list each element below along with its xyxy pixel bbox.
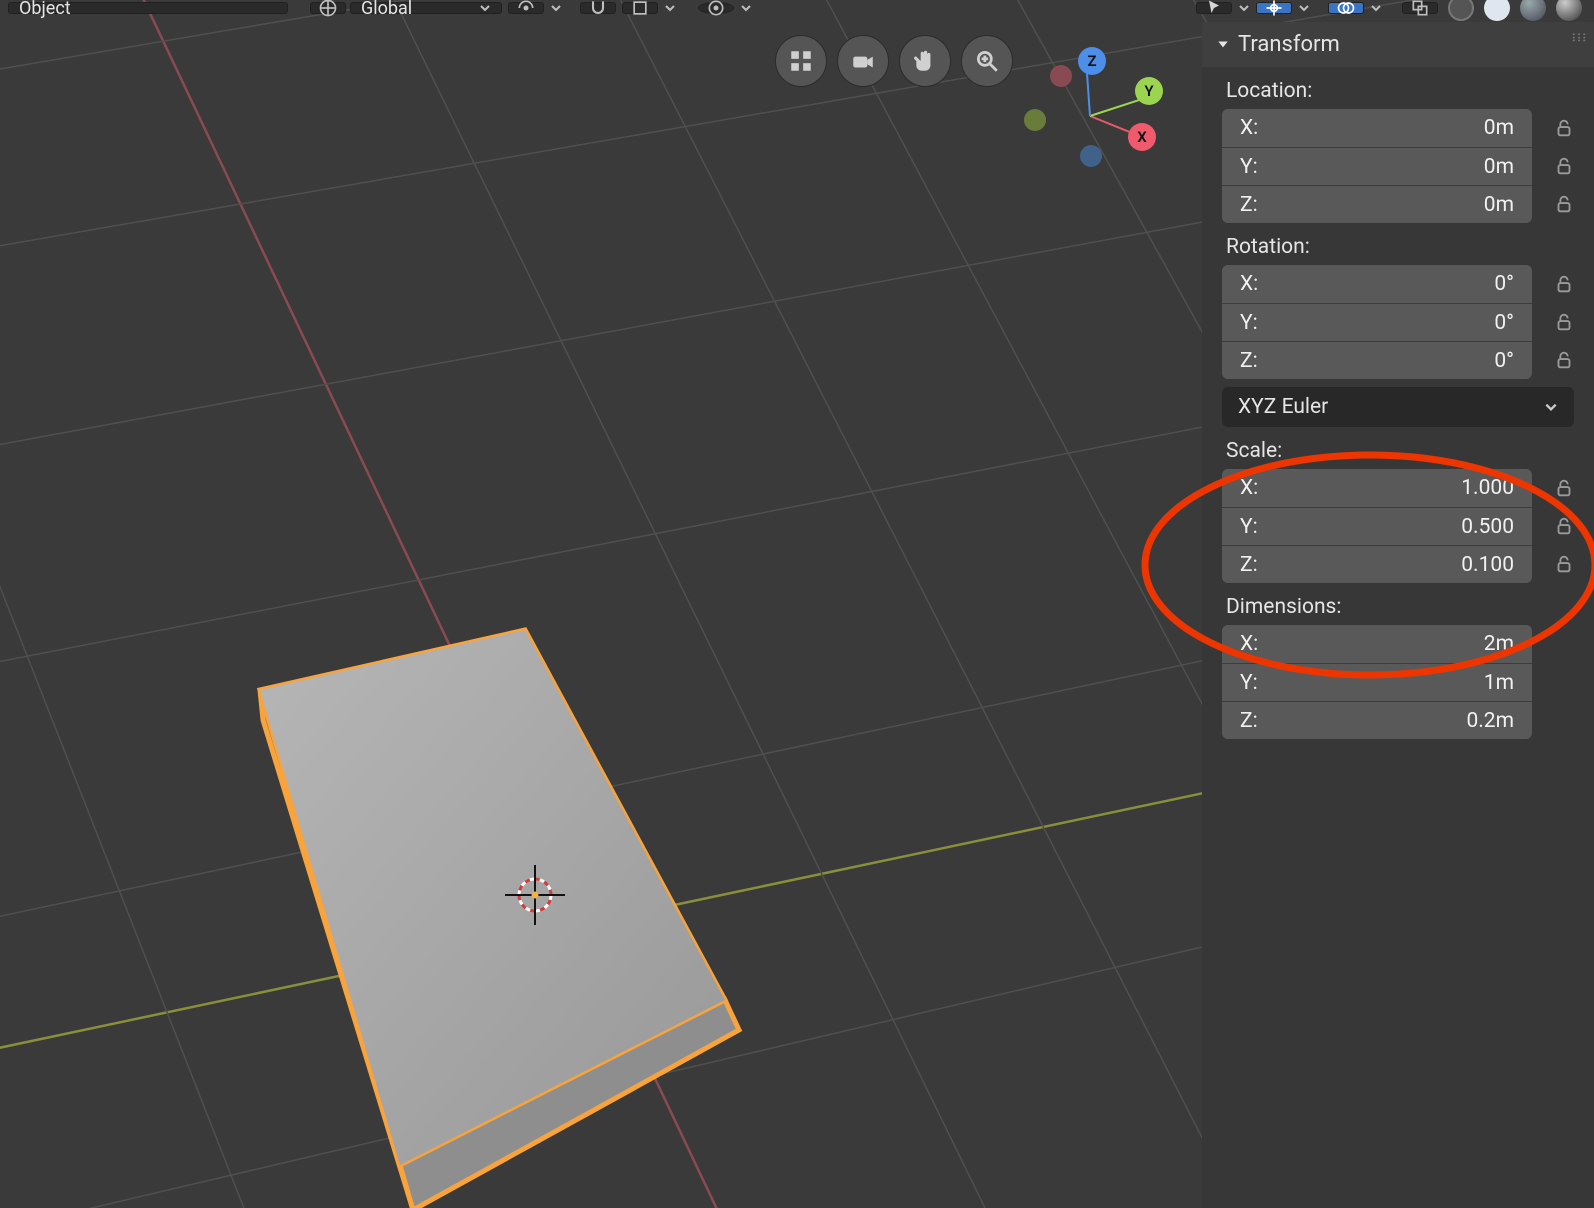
camera-view-button[interactable]	[837, 35, 889, 87]
shading-material-button[interactable]	[1516, 0, 1550, 23]
rotation-x-lock[interactable]	[1544, 273, 1584, 295]
overlays-toggle-button[interactable]	[1328, 2, 1364, 14]
dim-z-field[interactable]: Z:0.2m	[1222, 701, 1532, 739]
chevron-down-icon	[740, 2, 752, 14]
proportional-edit-button[interactable]	[698, 2, 734, 14]
cursor-3d	[500, 860, 570, 930]
gizmo-axis-z[interactable]: Z	[1078, 47, 1106, 75]
rotation-mode-value: XYZ Euler	[1238, 395, 1328, 419]
orientation-dropdown[interactable]: Global	[350, 2, 502, 14]
nav-gizmo[interactable]: X Y Z	[1020, 45, 1170, 195]
rotation-z-lock[interactable]	[1544, 349, 1584, 371]
chevron-down-icon	[479, 2, 491, 14]
viewport-header: Object Global	[0, 0, 1594, 16]
gizmo-axis-neg-y[interactable]	[1024, 109, 1046, 131]
scale-z-field[interactable]: Z:0.100	[1222, 545, 1532, 583]
scale-z-lock[interactable]	[1544, 553, 1584, 575]
dimensions-label: Dimensions:	[1202, 583, 1594, 625]
chevron-down-icon	[1544, 400, 1558, 414]
orientation-value: Global	[361, 0, 412, 19]
location-z-lock[interactable]	[1544, 193, 1584, 215]
shading-wireframe-button[interactable]	[1444, 0, 1478, 23]
disclosure-triangle-icon	[1216, 38, 1230, 52]
shading-rendered-button[interactable]	[1552, 0, 1586, 23]
rotation-x-field[interactable]: X:0°	[1222, 265, 1532, 303]
scale-x-lock[interactable]	[1544, 477, 1584, 499]
chevron-down-icon	[1298, 2, 1310, 14]
mode-label: Object	[19, 0, 71, 19]
gizmo-axis-x[interactable]: X	[1128, 123, 1156, 151]
location-x-field[interactable]: X:0m	[1222, 109, 1532, 147]
select-tool-button[interactable]	[1196, 2, 1232, 14]
drag-handle-icon[interactable]: ፧፧፧	[1572, 30, 1588, 46]
gizmo-z-label: Z	[1087, 52, 1096, 70]
gizmo-axis-y[interactable]: Y	[1135, 77, 1163, 105]
toggle-ortho-button[interactable]	[775, 35, 827, 87]
location-y-lock[interactable]	[1544, 155, 1584, 177]
snap-magnet-button[interactable]	[580, 2, 616, 14]
dim-y-field[interactable]: Y:1m	[1222, 663, 1532, 701]
shading-mode-buttons	[1444, 0, 1586, 23]
snap-target-dropdown[interactable]	[622, 2, 658, 14]
mode-dropdown[interactable]: Object	[8, 2, 288, 14]
scale-y-lock[interactable]	[1544, 515, 1584, 537]
orientation-icon-button[interactable]	[310, 2, 346, 14]
pan-view-button[interactable]	[899, 35, 951, 87]
scale-x-field[interactable]: X:1.000	[1222, 469, 1532, 507]
panel-title: Transform	[1238, 32, 1340, 57]
gizmo-toggle-button[interactable]	[1256, 2, 1292, 14]
viewport-controls	[775, 35, 1013, 87]
location-x-lock[interactable]	[1544, 117, 1584, 139]
location-label: Location:	[1202, 67, 1594, 109]
chevron-down-icon	[1370, 2, 1382, 14]
scale-label: Scale:	[1202, 427, 1594, 469]
zoom-view-button[interactable]	[961, 35, 1013, 87]
dim-x-field[interactable]: X:2m	[1222, 625, 1532, 663]
transform-panel-header[interactable]: Transform ፧፧፧	[1202, 22, 1594, 67]
location-z-field[interactable]: Z:0m	[1222, 185, 1532, 223]
rotation-z-field[interactable]: Z:0°	[1222, 341, 1532, 379]
location-y-field[interactable]: Y:0m	[1222, 147, 1532, 185]
location-fields: X:0m Y:0m Z:0m	[1202, 109, 1594, 223]
chevron-down-icon	[1238, 2, 1250, 14]
gizmo-y-label: Y	[1144, 82, 1153, 100]
shading-solid-button[interactable]	[1480, 0, 1514, 23]
scale-fields: X:1.000 Y:0.500 Z:0.100	[1202, 469, 1594, 583]
gizmo-x-label: X	[1137, 128, 1147, 146]
rotation-y-lock[interactable]	[1544, 311, 1584, 333]
chevron-down-icon	[664, 2, 676, 14]
pivot-dropdown[interactable]	[508, 2, 544, 14]
rotation-mode-dropdown[interactable]: XYZ Euler	[1222, 387, 1574, 427]
scale-y-field[interactable]: Y:0.500	[1222, 507, 1532, 545]
gizmo-axis-neg-x[interactable]	[1050, 65, 1072, 87]
chevron-down-icon	[550, 2, 562, 14]
transform-panel: Transform ፧፧፧ Location: X:0m Y:0m Z:0m R…	[1202, 22, 1594, 1208]
rotation-label: Rotation:	[1202, 223, 1594, 265]
gizmo-axis-neg-z[interactable]	[1080, 145, 1102, 167]
rotation-y-field[interactable]: Y:0°	[1222, 303, 1532, 341]
dimensions-fields: X:2m Y:1m Z:0.2m	[1202, 625, 1594, 739]
rotation-fields: X:0° Y:0° Z:0°	[1202, 265, 1594, 379]
xray-toggle-button[interactable]	[1402, 2, 1438, 14]
